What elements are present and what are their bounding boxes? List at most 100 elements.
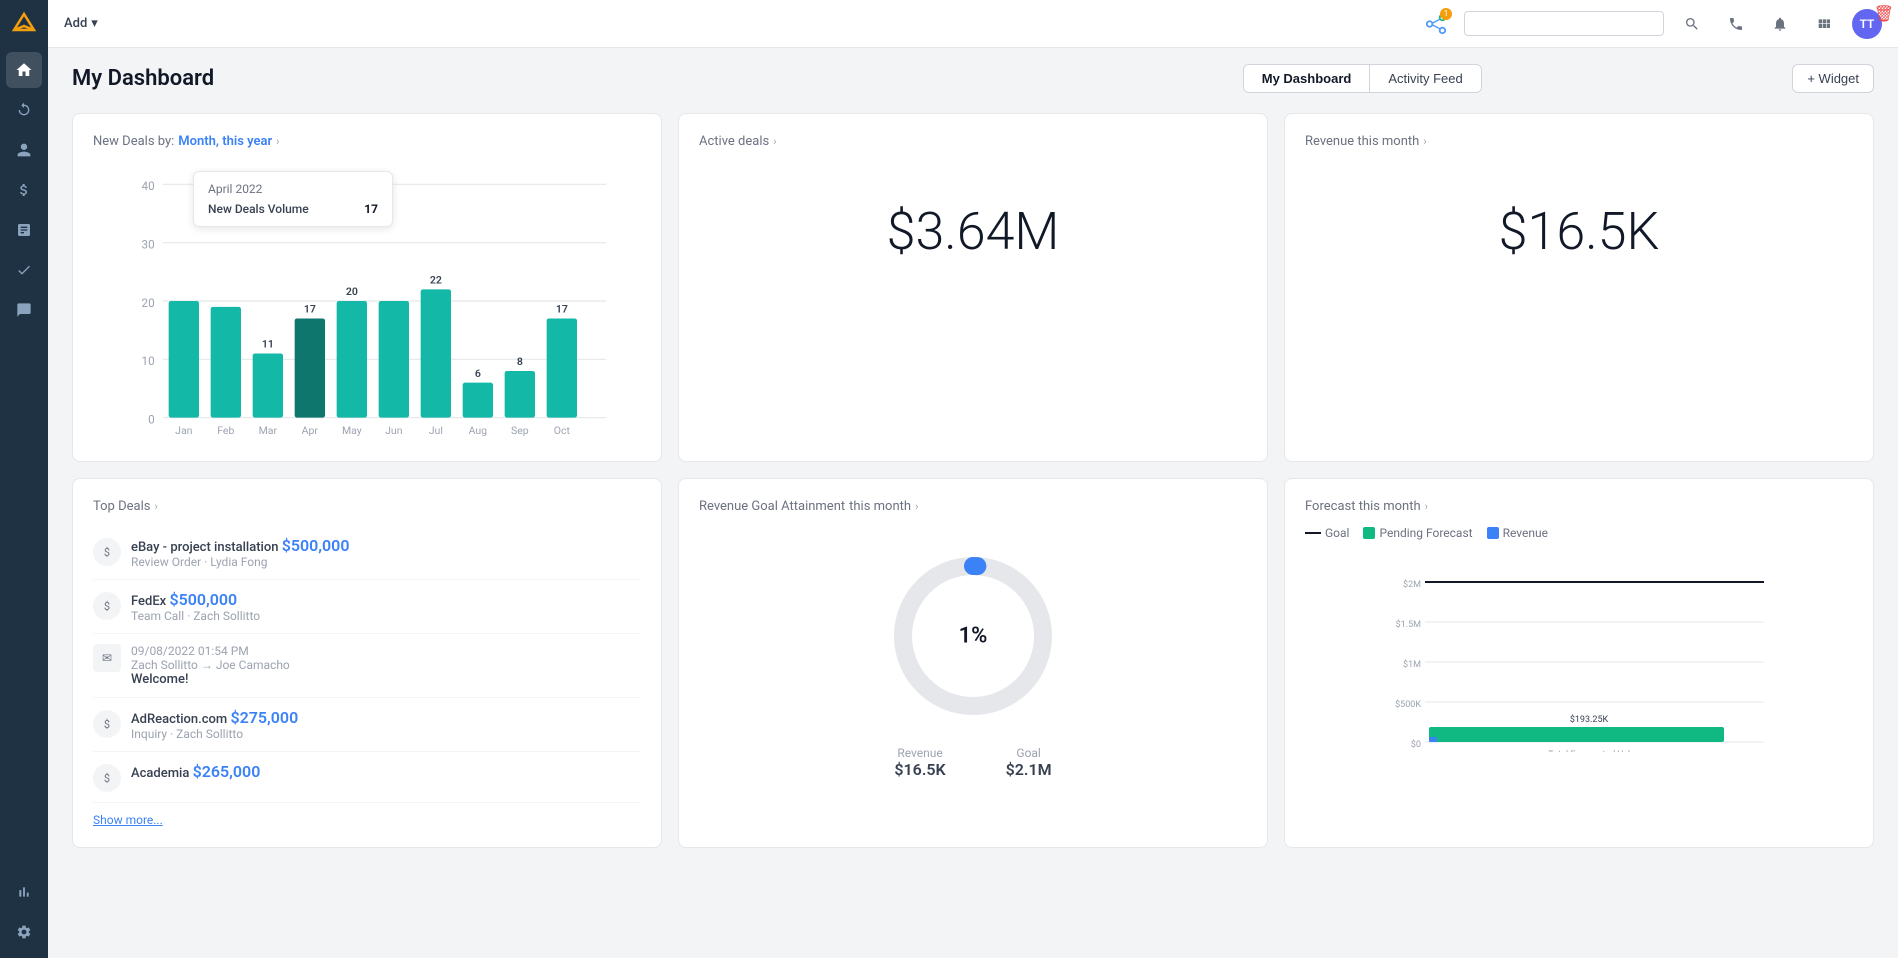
sidebar — [0, 0, 48, 958]
deal-icon-3: $ — [93, 710, 121, 738]
phone-button[interactable] — [1720, 8, 1752, 40]
active-deals-value: $3.64M — [699, 161, 1247, 302]
deal-item-1: $ eBay - project installation $500,000 R… — [93, 526, 641, 580]
chevron-down-icon: ▾ — [91, 16, 98, 31]
sidebar-item-messages[interactable] — [6, 292, 42, 328]
page-title: My Dashboard — [72, 66, 932, 91]
sidebar-item-tasks[interactable] — [6, 252, 42, 288]
revenue-goal-label: Revenue Goal Attainment — [699, 499, 845, 514]
active-deals-title: Active deals › — [699, 134, 1247, 149]
top-deals-title: Top Deals › — [93, 499, 641, 514]
deal-amount-4: $265,000 — [193, 762, 261, 781]
donut-percent: 1% — [959, 624, 988, 649]
top-deals-label: Top Deals — [93, 499, 150, 514]
svg-text:20: 20 — [346, 285, 358, 298]
email-date: 09/08/2022 01:54 PM — [131, 644, 290, 658]
svg-text:$500K: $500K — [1395, 699, 1421, 710]
deal-item-4: $ Academia $265,000 — [93, 752, 641, 803]
add-widget-button[interactable]: + Widget — [1792, 64, 1874, 93]
forecast-svg: $0 $500K $1M $1.5M $2M — [1305, 552, 1853, 752]
legend-line-icon — [1305, 532, 1321, 534]
new-deals-card: New Deals by: Month, this year › 🗑 April… — [72, 113, 662, 462]
tooltip-value: 17 — [364, 202, 378, 216]
goal-stat: Goal $2.1M — [1006, 746, 1052, 779]
dashboard-bottom-row: Top Deals › $ eBay - project installatio… — [72, 478, 1874, 848]
svg-text:May: May — [342, 424, 362, 437]
dashboard-top-row: New Deals by: Month, this year › 🗑 April… — [72, 113, 1874, 462]
svg-text:Jul: Jul — [429, 424, 443, 437]
deal-name-1: eBay - project installation — [131, 540, 282, 555]
deal-item-2: $ FedEx $500,000 Team Call · Zach Sollit… — [93, 580, 641, 634]
legend-pending-label: Pending Forecast — [1379, 526, 1472, 540]
tooltip-date: April 2022 — [208, 182, 378, 196]
deal-name-3: AdReaction.com — [131, 712, 230, 727]
add-button[interactable]: Add ▾ — [64, 16, 98, 31]
connect-badge: 1 — [1440, 8, 1452, 20]
active-deals-card: Active deals › $3.64M — [678, 113, 1268, 462]
svg-text:17: 17 — [556, 303, 568, 316]
deal-name-4: Academia — [131, 766, 193, 781]
deal-icon-4: $ — [93, 764, 121, 792]
sidebar-item-analytics[interactable] — [6, 874, 42, 910]
sidebar-item-reports[interactable] — [6, 212, 42, 248]
revenue-month-value: $16.5K — [1305, 161, 1853, 302]
svg-text:30: 30 — [142, 238, 155, 252]
revenue-goal-title: Revenue Goal Attainment this month › — [699, 499, 1247, 514]
search-button[interactable] — [1676, 8, 1708, 40]
notification-button[interactable] — [1764, 8, 1796, 40]
svg-text:0: 0 — [148, 413, 155, 427]
revenue-goal-chevron: › — [915, 500, 918, 513]
search-input[interactable] — [1464, 11, 1664, 36]
revenue-stat-value: $16.5K — [894, 760, 945, 779]
deal-icon-2: $ — [93, 592, 121, 620]
deal-name-2: FedEx — [131, 594, 169, 609]
svg-text:17: 17 — [304, 303, 316, 316]
sidebar-logo — [8, 8, 40, 40]
deal-sub-3: Inquiry · Zach Sollitto — [131, 727, 298, 741]
show-more-link[interactable]: Show more... — [93, 813, 641, 827]
deal-amount-3: $275,000 — [230, 708, 298, 727]
forecast-label: Forecast this month — [1305, 499, 1421, 514]
email-preview: Welcome! — [131, 672, 290, 687]
svg-text:$1M: $1M — [1403, 659, 1421, 670]
tab-activity-feed[interactable]: Activity Feed — [1370, 65, 1480, 92]
svg-text:22: 22 — [430, 274, 442, 287]
svg-text:$193.25K: $193.25K — [1570, 714, 1609, 725]
sidebar-item-refresh[interactable] — [6, 92, 42, 128]
svg-text:11: 11 — [262, 338, 274, 351]
svg-text:Jun: Jun — [385, 424, 403, 437]
new-deals-chevron: › — [276, 135, 279, 148]
sidebar-item-home[interactable] — [6, 52, 42, 88]
forecast-legend: Goal Pending Forecast Revenue — [1305, 526, 1853, 540]
svg-text:$0: $0 — [1411, 739, 1421, 750]
email-icon: ✉ — [93, 644, 121, 672]
revenue-month-chevron: › — [1423, 135, 1426, 148]
revenue-goal-card: Revenue Goal Attainment this month › 1% — [678, 478, 1268, 848]
donut-container: 1% Revenue $16.5K Goal $2.1M — [699, 526, 1247, 799]
legend-goal: Goal — [1305, 526, 1349, 540]
deal-amount-2: $500,000 — [169, 590, 237, 609]
svg-text:Oct: Oct — [554, 424, 571, 437]
goal-stat-value: $2.1M — [1006, 760, 1052, 779]
connect-icon[interactable]: 1 — [1420, 8, 1452, 40]
legend-blue-icon — [1487, 527, 1499, 539]
sidebar-item-settings[interactable] — [6, 914, 42, 950]
sidebar-item-deals[interactable] — [6, 172, 42, 208]
email-from: Zach Sollitto → Joe Camacho — [131, 658, 290, 672]
sidebar-item-person[interactable] — [6, 132, 42, 168]
tab-my-dashboard[interactable]: My Dashboard — [1244, 65, 1371, 92]
deal-sub-2: Team Call · Zach Sollitto — [131, 609, 260, 623]
revenue-stat: Revenue $16.5K — [894, 746, 945, 779]
grid-button[interactable] — [1808, 8, 1840, 40]
deal-icon-1: $ — [93, 538, 121, 566]
legend-revenue: Revenue — [1487, 526, 1548, 540]
svg-text:20: 20 — [142, 296, 155, 310]
new-deals-title-link[interactable]: Month, this year — [178, 134, 272, 149]
svg-text:Total Forecasted Value: Total Forecasted Value — [1548, 750, 1640, 752]
bar-chart-area: April 2022 New Deals Volume 17 0 10 20 3… — [93, 161, 641, 441]
page-header: My Dashboard My Dashboard Activity Feed … — [72, 64, 1874, 93]
svg-text:Feb: Feb — [217, 424, 234, 437]
deal-item-3: $ AdReaction.com $275,000 Inquiry · Zach… — [93, 698, 641, 752]
chart-tooltip: April 2022 New Deals Volume 17 — [193, 171, 393, 227]
forecast-chevron: › — [1425, 500, 1428, 513]
